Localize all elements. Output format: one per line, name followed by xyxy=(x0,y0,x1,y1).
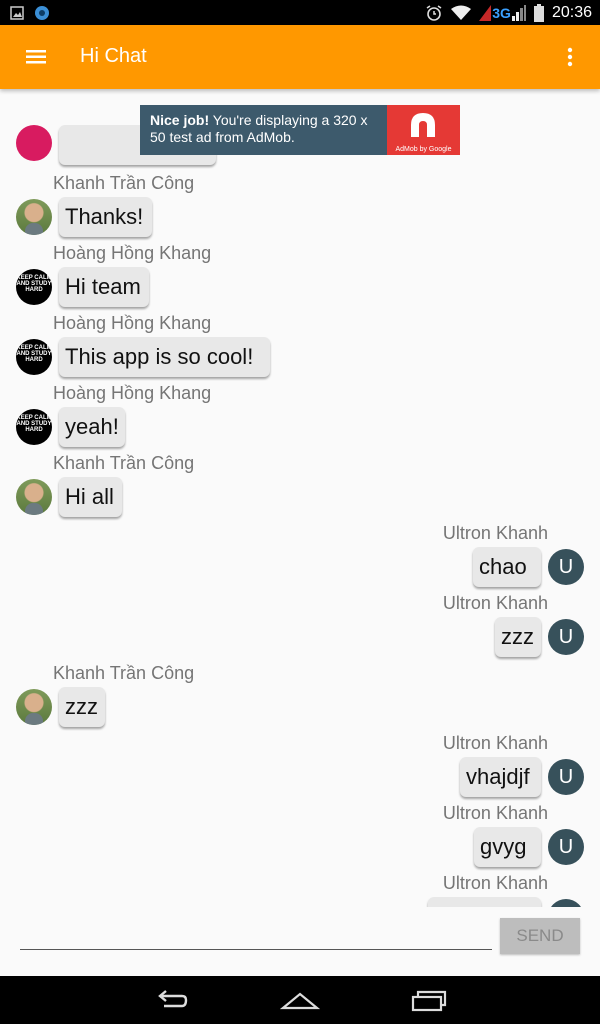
admob-logo-icon xyxy=(411,113,435,137)
message-bubble[interactable]: Hi team xyxy=(59,267,149,307)
home-icon[interactable] xyxy=(280,988,320,1012)
message-bubble[interactable]: This app is so cool! xyxy=(59,337,270,377)
message-bubble[interactable]: vhajdjf xyxy=(460,757,541,797)
ad-logo-caption: AdMob by Google xyxy=(395,146,452,153)
ad-bold-text: Nice job! xyxy=(150,112,210,128)
avatar-keep-calm: KEEP CALM AND STUDY HARD xyxy=(16,339,52,375)
message-sender: Ultron Khanh xyxy=(442,803,548,823)
message-input[interactable] xyxy=(20,919,492,949)
ad-banner[interactable]: Nice job! You're displaying a 320 x 50 t… xyxy=(140,105,460,155)
send-button[interactable]: SEND xyxy=(500,918,580,954)
avatar-user-initial: U xyxy=(548,619,584,655)
message-sender: Ultron Khanh xyxy=(442,733,548,753)
message-sender: Khanh Trần Công xyxy=(53,453,195,473)
menu-icon[interactable] xyxy=(16,43,56,71)
avatar-user-initial: U xyxy=(548,899,584,907)
avatar-user-initial: U xyxy=(548,759,584,795)
message-sender: Ultron Khanh xyxy=(442,523,548,543)
avatar-keep-calm: KEEP CALM AND STUDY HARD xyxy=(16,409,52,445)
recents-icon[interactable] xyxy=(409,988,449,1012)
avatar-keep-calm: KEEP CALM AND STUDY HARD xyxy=(16,269,52,305)
back-icon[interactable] xyxy=(152,988,192,1012)
message-sender: Hoàng Hồng Khang xyxy=(53,313,212,333)
signal-bars-icon xyxy=(511,5,526,21)
signal-icon xyxy=(479,5,492,21)
message-sender: Khanh Trần Công xyxy=(53,173,195,193)
navigation-bar xyxy=(0,976,600,1024)
app-bar: Hi Chat xyxy=(0,25,600,89)
input-underline xyxy=(20,949,492,950)
avatar-user-initial: U xyxy=(548,549,584,585)
message-sender: Hoàng Hồng Khang xyxy=(53,243,212,263)
avatar-photo xyxy=(16,479,52,515)
message-sender: Ultron Khanh xyxy=(442,593,548,613)
message-bubble[interactable]: Thanks! xyxy=(59,197,152,237)
avatar-user-initial: U xyxy=(548,829,584,865)
clock-time: 20:36 xyxy=(551,4,592,21)
message-input-bar: SEND xyxy=(0,907,600,976)
chat-list[interactable]: Khanh Trần Công Thanks! Hoàng Hồng Khang KE… xyxy=(0,89,600,907)
message-bubble[interactable] xyxy=(428,897,541,907)
message-bubble[interactable]: chao xyxy=(473,547,541,587)
message-bubble[interactable]: zzz xyxy=(495,617,541,657)
avatar-photo xyxy=(16,199,52,235)
ad-text: Nice job! You're displaying a 320 x 50 t… xyxy=(150,112,385,146)
app-icon xyxy=(35,6,49,20)
message-bubble[interactable]: zzz xyxy=(59,687,105,727)
app-title: Hi Chat xyxy=(80,45,147,67)
message-sender: Hoàng Hồng Khang xyxy=(53,383,212,403)
message-sender: Ultron Khanh xyxy=(442,873,548,893)
screen: 3G 20:36 Hi Chat Nice job! You're displa… xyxy=(0,0,600,1024)
message-bubble[interactable]: yeah! xyxy=(59,407,125,447)
status-bar: 3G 20:36 xyxy=(0,0,600,25)
message-bubble[interactable]: Hi all xyxy=(59,477,122,517)
message-sender: Khanh Trần Công xyxy=(53,663,195,683)
alarm-icon xyxy=(426,5,442,21)
network-type: 3G xyxy=(492,5,511,21)
image-icon xyxy=(10,6,24,20)
avatar-partial xyxy=(16,125,52,161)
battery-icon xyxy=(533,4,544,22)
wifi-icon xyxy=(451,5,472,20)
message-bubble[interactable]: gvyg xyxy=(474,827,541,867)
overflow-menu-icon[interactable] xyxy=(558,45,582,69)
admob-logo: AdMob by Google xyxy=(387,105,460,155)
avatar-photo xyxy=(16,689,52,725)
